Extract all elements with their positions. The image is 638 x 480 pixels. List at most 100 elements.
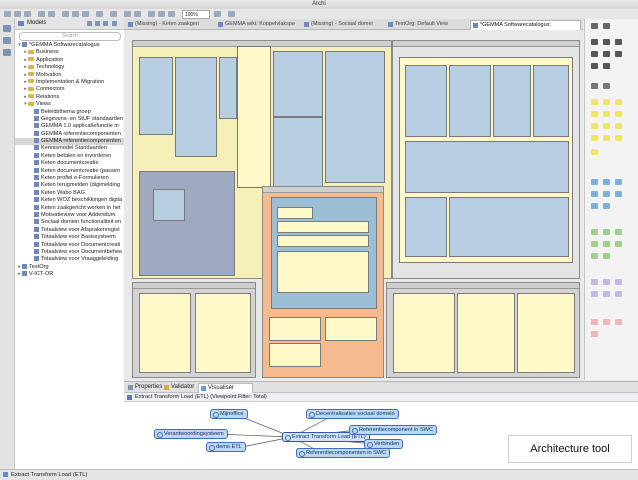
- component-box[interactable]: [195, 293, 251, 373]
- group-bottom-left[interactable]: [132, 282, 256, 378]
- connection-tool-icon[interactable]: [591, 51, 598, 57]
- network-icon[interactable]: [603, 241, 610, 247]
- stakeholder-icon[interactable]: [591, 279, 598, 285]
- group-middle[interactable]: [262, 186, 384, 378]
- new-icon[interactable]: [4, 11, 11, 17]
- tree-item[interactable]: Gegevens- en StUF standaarden: [15, 116, 124, 123]
- group-tool-icon[interactable]: [603, 83, 610, 89]
- editor-tab[interactable]: (Missing) - Keten zaakgeri: [126, 20, 221, 29]
- application-function-icon[interactable]: [591, 191, 598, 197]
- gap-icon[interactable]: [591, 331, 598, 337]
- fill-color-icon[interactable]: [168, 11, 175, 17]
- sync-icon[interactable]: [214, 11, 221, 17]
- tree-item[interactable]: Keten documentcreatie: [15, 160, 124, 167]
- business-process-icon[interactable]: [603, 111, 610, 117]
- view-menu-icon[interactable]: [103, 21, 108, 26]
- outline-icon[interactable]: [3, 49, 11, 56]
- product-icon[interactable]: [615, 135, 622, 141]
- technology-interface-icon[interactable]: [591, 241, 598, 247]
- tree-item[interactable]: Keten WOZ beschikkingen digita: [15, 197, 124, 204]
- tree-item[interactable]: Beleidsthema groep: [15, 109, 124, 116]
- device-icon[interactable]: [603, 229, 610, 235]
- editor-tab[interactable]: GEMMA wiki: Koppelvlakspe: [216, 20, 307, 29]
- component-box[interactable]: [325, 51, 385, 183]
- connection-tool-icon[interactable]: [615, 39, 622, 45]
- tree-item[interactable]: ▸ TestOrg: [15, 264, 124, 271]
- minimize-icon[interactable]: [112, 21, 117, 26]
- contract-icon[interactable]: [591, 135, 598, 141]
- business-collaboration-icon[interactable]: [615, 99, 622, 105]
- graph-node[interactable]: Verantwoordingsysteem: [154, 429, 228, 439]
- tree-item[interactable]: Motivatieview voor Addendum: [15, 212, 124, 219]
- graph-node[interactable]: Referentiecomponent in SWC: [349, 425, 437, 435]
- tree-item[interactable]: Keten profiel e-Formulieren: [15, 175, 124, 182]
- component-box[interactable]: [139, 171, 235, 276]
- business-event-icon[interactable]: [591, 123, 598, 129]
- component-box[interactable]: [533, 65, 569, 137]
- application-interface-icon[interactable]: [615, 179, 622, 185]
- group-bottom-right[interactable]: [386, 282, 580, 378]
- plateau-icon[interactable]: [615, 319, 622, 325]
- component-box[interactable]: [139, 57, 173, 135]
- application-event-icon[interactable]: [615, 191, 622, 197]
- editor-tab[interactable]: (Missing) - Sociaal domei: [302, 20, 391, 29]
- component-box[interactable]: [237, 46, 271, 188]
- technology-service-icon[interactable]: [591, 253, 598, 259]
- connection-tool-icon[interactable]: [615, 51, 622, 57]
- component-box[interactable]: [269, 343, 321, 367]
- business-object-icon[interactable]: [615, 123, 622, 129]
- tree-item[interactable]: ▾ *GEMMA Softwarecatalogus: [15, 42, 124, 49]
- filter-icon[interactable]: [95, 21, 100, 26]
- component-box[interactable]: [405, 141, 569, 193]
- application-process-icon[interactable]: [603, 191, 610, 197]
- business-service-icon[interactable]: [603, 123, 610, 129]
- component-box[interactable]: [277, 221, 369, 233]
- tree-item[interactable]: GEMMA 1.0 applicatiefunctie in: [15, 123, 124, 130]
- align-icon[interactable]: [148, 11, 155, 17]
- principle-icon[interactable]: [603, 291, 610, 297]
- diagram-canvas[interactable]: [124, 30, 583, 380]
- tree-item[interactable]: Keten betalen en invorderen: [15, 153, 124, 160]
- deliverable-icon[interactable]: [603, 319, 610, 325]
- tree-item[interactable]: Totaalview voor Basissysteem: [15, 234, 124, 241]
- tree-item[interactable]: Keten zaakgericht werken in het: [15, 205, 124, 212]
- tree-item[interactable]: Totaalview voor Afsprakenregist: [15, 227, 124, 234]
- component-box[interactable]: [393, 293, 455, 373]
- tree-item[interactable]: ▸ Relations: [15, 94, 124, 101]
- marquee-tool-icon[interactable]: [603, 23, 610, 29]
- technology-function-icon[interactable]: [603, 253, 610, 259]
- delete-icon[interactable]: [96, 11, 103, 17]
- search-input[interactable]: Search: [19, 32, 121, 41]
- tree-item[interactable]: ▸ Implementation & Migration: [15, 79, 124, 86]
- zoom-out-icon[interactable]: [134, 11, 141, 17]
- open-icon[interactable]: [14, 11, 21, 17]
- tree-item[interactable]: Totaalview voor Documentbehee: [15, 249, 124, 256]
- connection-tool-icon[interactable]: [603, 63, 610, 69]
- navigator-icon[interactable]: [3, 37, 11, 44]
- editor-tab[interactable]: *GEMMA Softwarecatalogus:: [470, 20, 581, 30]
- tree-item[interactable]: Keten terugmelden (digimelding: [15, 182, 124, 189]
- driver-icon[interactable]: [603, 279, 610, 285]
- component-box[interactable]: [457, 293, 515, 373]
- cut-icon[interactable]: [62, 11, 69, 17]
- component-box[interactable]: [277, 207, 313, 219]
- component-box[interactable]: [449, 65, 491, 137]
- zoom-combo[interactable]: 100%: [182, 10, 210, 19]
- component-box[interactable]: [277, 235, 369, 247]
- forward-icon[interactable]: [228, 11, 235, 17]
- assessment-icon[interactable]: [615, 279, 622, 285]
- note-tool-icon[interactable]: [591, 83, 598, 89]
- tree-item[interactable]: Totaalview voor Documentcreati: [15, 242, 124, 249]
- business-actor-icon[interactable]: [591, 99, 598, 105]
- properties-icon[interactable]: [110, 11, 117, 17]
- component-box[interactable]: [449, 197, 569, 257]
- select-tool-icon[interactable]: [591, 23, 598, 29]
- component-box[interactable]: [139, 293, 191, 373]
- component-box[interactable]: [277, 251, 369, 293]
- system-software-icon[interactable]: [615, 229, 622, 235]
- component-box[interactable]: [153, 189, 185, 221]
- tree-item[interactable]: ▸ Technology: [15, 64, 124, 71]
- graph-node[interactable]: demo ETL: [206, 442, 246, 452]
- component-box[interactable]: [517, 293, 575, 373]
- bottom-tab[interactable]: Visualiser: [198, 383, 253, 393]
